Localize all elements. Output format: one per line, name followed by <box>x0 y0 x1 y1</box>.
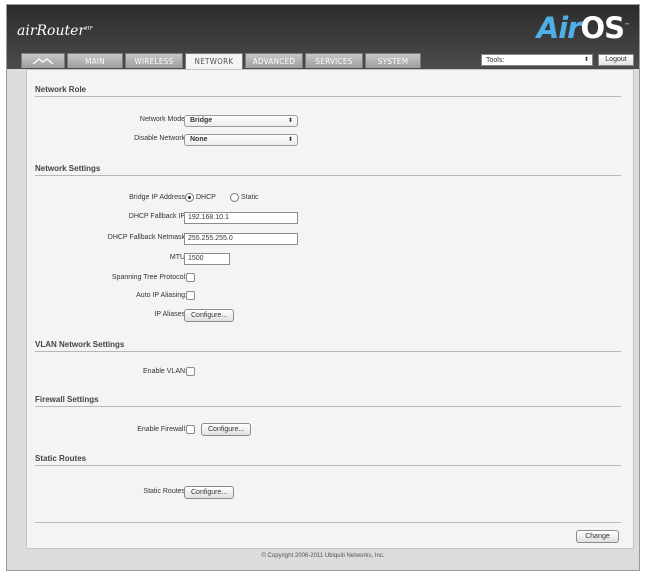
auto-ip-aliasing-checkbox[interactable] <box>186 291 195 300</box>
network-mode-select[interactable]: Bridge ⬍ <box>184 115 298 127</box>
fallback-netmask-input[interactable]: 255.255.255.0 <box>184 233 298 245</box>
ubiquiti-logo-icon <box>32 57 54 65</box>
tab-wireless[interactable]: WIRELESS <box>125 53 183 68</box>
static-routes-label: Static Routes: <box>143 488 187 495</box>
tab-ubiquiti-logo[interactable] <box>21 53 65 68</box>
divider <box>35 96 621 97</box>
enable-firewall-label: Enable Firewall: <box>137 426 187 433</box>
tab-network[interactable]: NETWORK <box>185 53 243 69</box>
enable-firewall-checkbox[interactable] <box>186 425 195 434</box>
section-title-network-role: Network Role <box>35 85 87 94</box>
change-button[interactable]: Change <box>576 530 619 543</box>
stp-label: Spanning Tree Protocol: <box>111 274 187 281</box>
airos-window: airRouterHP AirOS™ MAIN WIRELESS NETWORK… <box>6 4 640 571</box>
header-bar: airRouterHP AirOS™ MAIN WIRELESS NETWORK… <box>7 5 639 69</box>
mtu-input[interactable]: 1500 <box>184 253 230 265</box>
ip-aliases-configure-button[interactable]: Configure... <box>184 309 235 322</box>
network-panel: Network Role Network Mode: Bridge ⬍ Disab… <box>26 69 634 549</box>
section-title-firewall: Firewall Settings <box>35 395 99 404</box>
dhcp-radio-label: DHCP <box>196 194 216 201</box>
divider <box>35 465 621 466</box>
section-title-vlan: VLAN Network Settings <box>35 340 125 349</box>
tab-services[interactable]: SERVICES <box>305 53 363 68</box>
tab-system[interactable]: SYSTEM <box>365 53 421 68</box>
select-arrows-icon: ⬍ <box>287 137 293 143</box>
fallback-netmask-label: DHCP Fallback Netmask: <box>107 234 187 241</box>
main-tabs: MAIN WIRELESS NETWORK ADVANCED SERVICES … <box>21 53 423 69</box>
divider <box>35 406 621 407</box>
static-routes-configure-button[interactable]: Configure... <box>184 486 235 499</box>
fallback-ip-label: DHCP Fallback IP: <box>128 213 187 220</box>
divider <box>35 351 621 352</box>
brand-name: airRouterHP <box>17 23 93 39</box>
disable-network-label: Disable Network: <box>134 135 187 142</box>
tab-advanced[interactable]: ADVANCED <box>245 53 303 68</box>
section-title-static-routes: Static Routes <box>35 454 87 463</box>
bridge-ip-label: Bridge IP Address: <box>129 194 187 201</box>
dhcp-radio[interactable] <box>185 193 194 202</box>
enable-vlan-checkbox[interactable] <box>186 367 195 376</box>
fallback-ip-input[interactable]: 192.168.10.1 <box>184 212 298 224</box>
select-arrows-icon: ⬍ <box>287 118 293 124</box>
airos-logo: AirOS™ <box>536 11 630 45</box>
network-mode-label: Network Mode: <box>139 116 187 123</box>
enable-vlan-label: Enable VLAN: <box>143 368 187 375</box>
disable-network-select[interactable]: None ⬍ <box>184 134 298 146</box>
static-radio-label: Static <box>241 194 259 201</box>
tools-select[interactable]: Tools: ⬍ <box>481 54 593 66</box>
copyright-footer: © Copyright 2006-2011 Ubiquiti Networks,… <box>261 553 385 559</box>
firewall-configure-button[interactable]: Configure... <box>201 423 252 436</box>
select-arrows-icon: ⬍ <box>583 57 589 63</box>
logout-button[interactable]: Logout <box>598 54 634 66</box>
ip-aliases-label: IP Aliases: <box>154 311 187 318</box>
divider <box>35 175 621 176</box>
stp-checkbox[interactable] <box>186 273 195 282</box>
section-title-network-settings: Network Settings <box>35 164 101 173</box>
static-radio[interactable] <box>230 193 239 202</box>
divider <box>35 522 621 523</box>
auto-ip-aliasing-label: Auto IP Aliasing: <box>136 292 187 299</box>
tab-main[interactable]: MAIN <box>67 53 123 68</box>
